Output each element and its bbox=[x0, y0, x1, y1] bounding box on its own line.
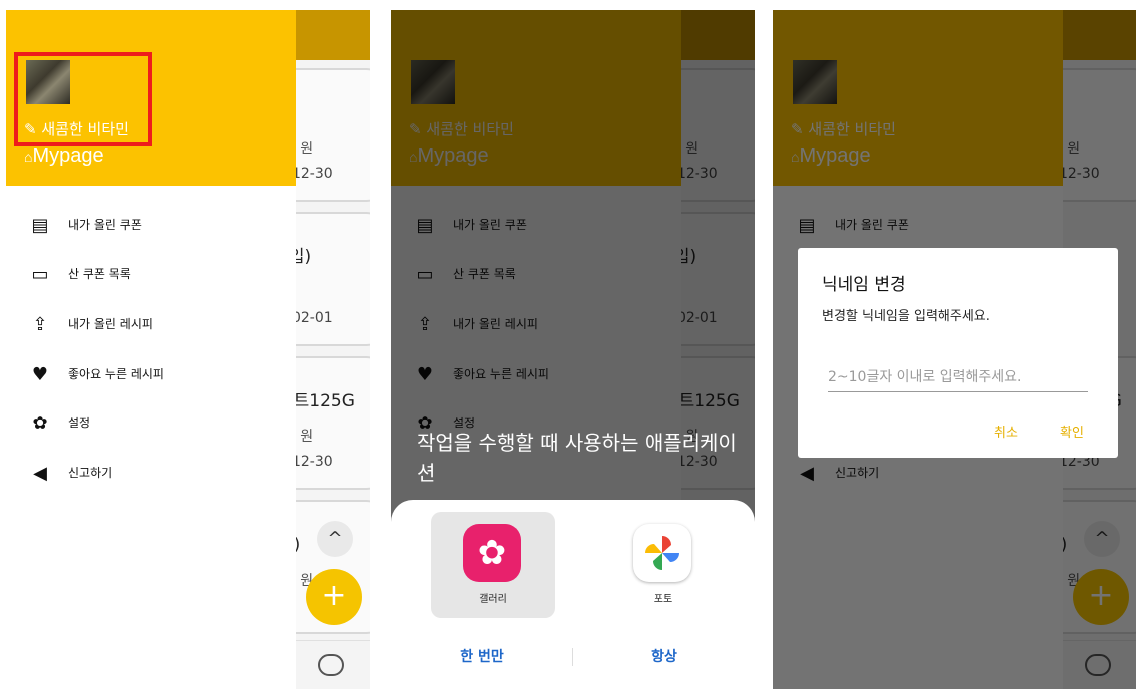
menu-label: 좋아요 누른 레시피 bbox=[68, 367, 164, 381]
document-icon: ▤ bbox=[31, 215, 49, 236]
gallery-icon: ✿ bbox=[463, 524, 521, 582]
upload-file-icon: ⇪ bbox=[32, 314, 48, 335]
cancel-button[interactable]: 취소 bbox=[994, 422, 1018, 441]
mypage-link[interactable]: ⌂Mypage bbox=[24, 145, 104, 168]
screen-nickname-dialog: G 00 원 1-12-30 민트125G 1-12-30 밥) 00 원 ^ … bbox=[773, 10, 1136, 689]
nickname-dialog: 닉네임 변경 변경할 닉네임을 입력해주세요. 2~10글자 이내로 입력해주세… bbox=[798, 248, 1118, 458]
highlight-box bbox=[14, 52, 152, 146]
drawer-header: ✎ 새콤한 비타민 ⌂Mypage bbox=[6, 10, 296, 186]
menu-label: 내가 올린 쿠폰 bbox=[68, 218, 142, 232]
menu-label: 산 쿠폰 목록 bbox=[68, 267, 131, 281]
menu-item-my-recipes[interactable]: ⇪ 내가 올린 레시피 bbox=[6, 305, 296, 345]
menu-item-report[interactable]: ◀ 신고하기 bbox=[6, 454, 296, 494]
menu-item-settings[interactable]: ✿ 설정 bbox=[6, 404, 296, 444]
chooser-title: 작업을 수행할 때 사용하는 애플리케이션 bbox=[417, 431, 737, 485]
navigation-drawer: ✎ 새콤한 비타민 ⌂Mypage ▤ 내가 올린 쿠폰 ▭ 산 쿠폰 목록 ⇪… bbox=[6, 10, 296, 689]
menu-label: 신고하기 bbox=[68, 466, 113, 480]
menu-item-liked-recipes[interactable]: ♥ 좋아요 누른 레시피 bbox=[6, 355, 296, 395]
app-option-photos[interactable]: 포토 bbox=[601, 512, 725, 618]
app-label: 갤러리 bbox=[479, 594, 507, 605]
dialog-title: 닉네임 변경 bbox=[822, 275, 906, 295]
heart-icon: ♥ bbox=[31, 364, 49, 385]
screen-app-chooser: G 00 원 1-12-30 0입) 2-02-01 민트125G 00 원 1… bbox=[391, 10, 755, 689]
nickname-input[interactable]: 2~10글자 이내로 입력해주세요. bbox=[828, 364, 1088, 392]
always-button[interactable]: 항상 bbox=[573, 646, 755, 666]
menu-label: 설정 bbox=[68, 416, 91, 430]
ok-button[interactable]: 확인 bbox=[1060, 422, 1084, 441]
mypage-label: Mypage bbox=[32, 145, 104, 167]
scroll-up-button[interactable]: ^ bbox=[317, 521, 353, 557]
card-check-icon: ▭ bbox=[31, 264, 49, 285]
google-photos-icon bbox=[633, 524, 691, 582]
screen-drawer: G 00 원 1-12-30 0입) 원 2-02-01 민트125G 00 원… bbox=[6, 10, 370, 689]
add-button[interactable]: + bbox=[306, 569, 362, 625]
gear-icon: ✿ bbox=[32, 413, 48, 434]
menu-item-bought-coupons[interactable]: ▭ 산 쿠폰 목록 bbox=[6, 255, 296, 295]
menu-label: 내가 올린 레시피 bbox=[68, 317, 153, 331]
menu-item-my-coupons[interactable]: ▤ 내가 올린 쿠폰 bbox=[6, 206, 296, 246]
megaphone-icon: ◀ bbox=[33, 463, 47, 484]
app-label: 포토 bbox=[653, 594, 673, 605]
chat-icon[interactable] bbox=[318, 654, 344, 676]
dialog-message: 변경할 닉네임을 입력해주세요. bbox=[822, 309, 990, 324]
app-option-gallery[interactable]: ✿ 갤러리 bbox=[431, 512, 555, 618]
app-chooser-sheet: ✿ 갤러리 포토 한 번만 항상 bbox=[391, 500, 755, 689]
just-once-button[interactable]: 한 번만 bbox=[391, 646, 573, 666]
